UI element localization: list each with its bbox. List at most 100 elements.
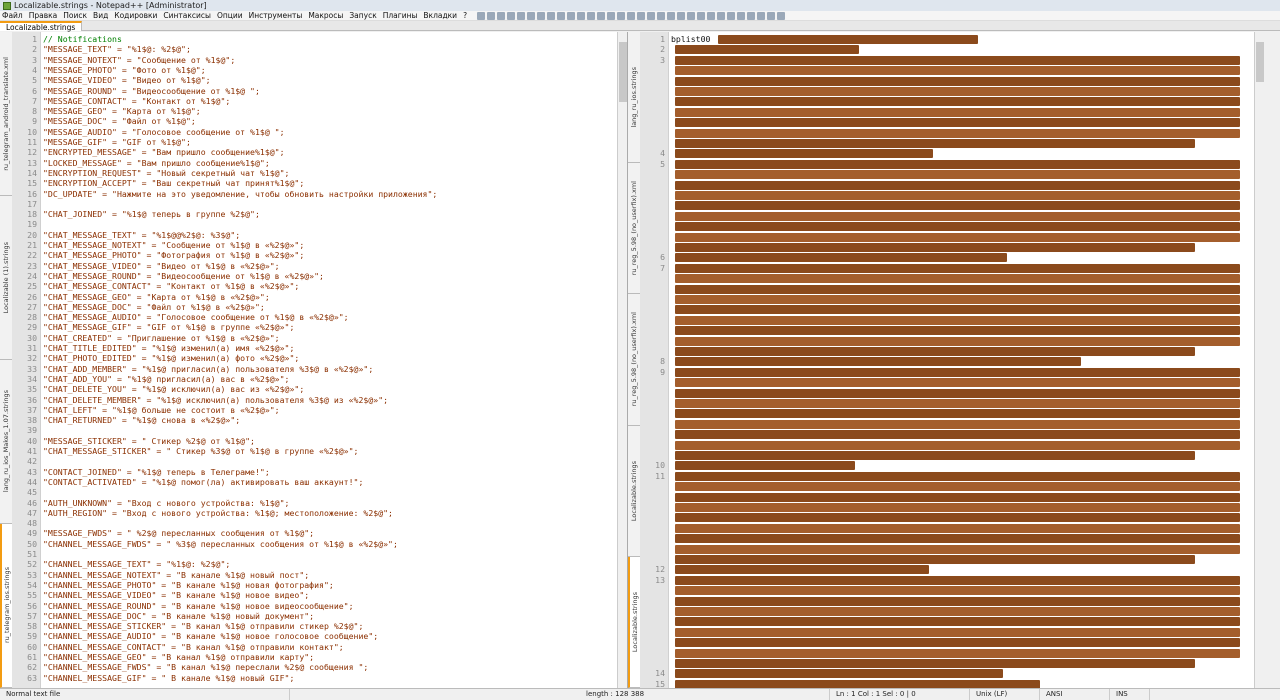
vertical-tab-0[interactable]: ru_telegram_android_translate.xml	[0, 32, 12, 196]
code-line: 56"CHANNEL_MESSAGE_ROUND" = "В канале %1…	[12, 601, 354, 611]
vertical-tab-label: Localizable.strings	[630, 461, 638, 521]
func-list-icon[interactable]	[707, 12, 715, 20]
left-editor-pane[interactable]: 1// Notifications2"MESSAGE_TEXT" = "%1$@…	[12, 32, 628, 688]
binary-line: 15	[640, 679, 667, 688]
replace-icon[interactable]	[607, 12, 615, 20]
status-encoding[interactable]: ANSI	[1040, 689, 1110, 700]
line-number: 17	[12, 199, 39, 209]
menu-item-0[interactable]: Файл	[2, 11, 23, 20]
play-multi-icon[interactable]	[767, 12, 775, 20]
new-file-icon[interactable]	[477, 12, 485, 20]
scrollbar-thumb[interactable]	[619, 42, 627, 102]
binary-control-chars	[675, 409, 1240, 418]
vertical-tab-1[interactable]: ru_reg_5.98_(no_userfix).xml	[628, 163, 640, 294]
paste-icon[interactable]	[567, 12, 575, 20]
scrollbar-thumb-right[interactable]	[1256, 42, 1264, 82]
code-text: "MESSAGE_CONTACT" = "Контакт от %1$@";	[39, 96, 230, 106]
vertical-tab-3[interactable]: Localizable.strings	[628, 426, 640, 557]
open-icon[interactable]	[487, 12, 495, 20]
menu-item-1[interactable]: Правка	[29, 11, 58, 20]
tab-localizable-strings[interactable]: Localizable.strings	[0, 21, 82, 31]
right-vertical-scrollbar[interactable]	[1254, 32, 1264, 688]
binary-control-chars	[675, 139, 1195, 148]
code-line: 63"CHANNEL_MESSAGE_GIF" = " В канале %1$…	[12, 673, 294, 683]
menu-item-9[interactable]: Запуск	[349, 11, 376, 20]
vertical-tab-0[interactable]: lang_ru_ios.strings	[628, 32, 640, 163]
zoom-out-icon[interactable]	[627, 12, 635, 20]
line-number: 38	[12, 415, 39, 425]
redo-icon[interactable]	[587, 12, 595, 20]
binary-line: 11	[640, 471, 667, 481]
editor-workspace: ru_telegram_android_translate.xmlLocaliz…	[0, 32, 1280, 688]
vertical-tab-2[interactable]: lang_ru_ios_Makes_1.07.strings	[0, 360, 12, 524]
menu-item-7[interactable]: Инструменты	[249, 11, 303, 20]
menu-item-12[interactable]: ?	[463, 11, 467, 20]
zoom-in-icon[interactable]	[617, 12, 625, 20]
vertical-tab-3[interactable]: ru_telegram_ios.strings	[0, 524, 12, 688]
indent-guide-icon[interactable]	[677, 12, 685, 20]
binary-line: 6	[640, 252, 667, 262]
code-text: "CHAT_MESSAGE_ROUND" = "Видеосообщение о…	[39, 271, 324, 281]
monitor-icon[interactable]	[727, 12, 735, 20]
sync-v-icon[interactable]	[637, 12, 645, 20]
line-number: 20	[12, 230, 39, 240]
print-icon[interactable]	[537, 12, 545, 20]
sync-h-icon[interactable]	[647, 12, 655, 20]
line-number: 43	[12, 467, 39, 477]
code-line: 50"CHANNEL_MESSAGE_FWDS" = " %3$@ пересл…	[12, 539, 398, 549]
save-macro-icon[interactable]	[777, 12, 785, 20]
line-number: 16	[12, 189, 39, 199]
menu-item-4[interactable]: Кодировки	[114, 11, 157, 20]
binary-control-chars	[675, 191, 1240, 200]
menu-item-3[interactable]: Вид	[93, 11, 108, 20]
vertical-tab-2[interactable]: ru_reg_5.98_(no_userfix).xml	[628, 294, 640, 425]
binary-line: 10	[640, 460, 667, 470]
code-line: 34"CHAT_ADD_YOU" = "%1$@ пригласил(а) ва…	[12, 374, 289, 384]
tab-bar: Localizable.strings	[0, 21, 1280, 31]
cut-icon[interactable]	[547, 12, 555, 20]
code-line: 51	[12, 549, 43, 559]
menu-item-5[interactable]: Синтаксисы	[163, 11, 211, 20]
vertical-tab-1[interactable]: Localizable (1).strings	[0, 196, 12, 360]
folder-icon[interactable]	[717, 12, 725, 20]
line-number: 3	[640, 55, 667, 65]
status-eol[interactable]: Unix (LF)	[970, 689, 1040, 700]
play-icon[interactable]	[757, 12, 765, 20]
copy-icon[interactable]	[557, 12, 565, 20]
line-number: 4	[12, 65, 39, 75]
wrap-icon[interactable]	[657, 12, 665, 20]
menu-item-11[interactable]: Вкладки	[423, 11, 457, 20]
code-text	[39, 219, 43, 229]
menu-item-8[interactable]: Макросы	[308, 11, 343, 20]
binary-control-chars	[675, 264, 1240, 273]
code-line: 53"CHANNEL_MESSAGE_NOTEXT" = "В канале %…	[12, 570, 309, 580]
code-line: 21"CHAT_MESSAGE_NOTEXT" = "Сообщение от …	[12, 240, 304, 250]
code-line: 39	[12, 425, 43, 435]
all-chars-icon[interactable]	[667, 12, 675, 20]
save-all-icon[interactable]	[507, 12, 515, 20]
stop-icon[interactable]	[747, 12, 755, 20]
save-icon[interactable]	[497, 12, 505, 20]
record-icon[interactable]	[737, 12, 745, 20]
vertical-tab-4[interactable]: Localizable.strings	[628, 557, 640, 688]
undo-icon[interactable]	[577, 12, 585, 20]
menu-item-10[interactable]: Плагины	[383, 11, 418, 20]
right-editor-pane[interactable]: 1bplist0023456789101112131415	[640, 32, 1264, 688]
menu-item-6[interactable]: Опции	[217, 11, 243, 20]
code-line: 46"AUTH_UNKNOWN" = "Вход с нового устрой…	[12, 498, 289, 508]
lang-icon[interactable]	[687, 12, 695, 20]
binary-control-chars	[675, 378, 1240, 387]
doc-map-icon[interactable]	[697, 12, 705, 20]
binary-control-chars	[675, 66, 1240, 75]
code-line: 52"CHANNEL_MESSAGE_TEXT" = "%1$@: %2$@";	[12, 559, 230, 569]
binary-control-chars	[675, 586, 1240, 595]
close-all-icon[interactable]	[527, 12, 535, 20]
close-icon[interactable]	[517, 12, 525, 20]
binary-control-chars	[675, 545, 1240, 554]
binary-control-chars	[675, 420, 1240, 429]
menu-item-2[interactable]: Поиск	[63, 11, 87, 20]
line-number: 14	[12, 168, 39, 178]
code-line: 62"CHANNEL_MESSAGE_FWDS" = "В канал %1$@…	[12, 662, 368, 672]
left-vertical-scrollbar[interactable]	[617, 32, 627, 688]
find-icon[interactable]	[597, 12, 605, 20]
